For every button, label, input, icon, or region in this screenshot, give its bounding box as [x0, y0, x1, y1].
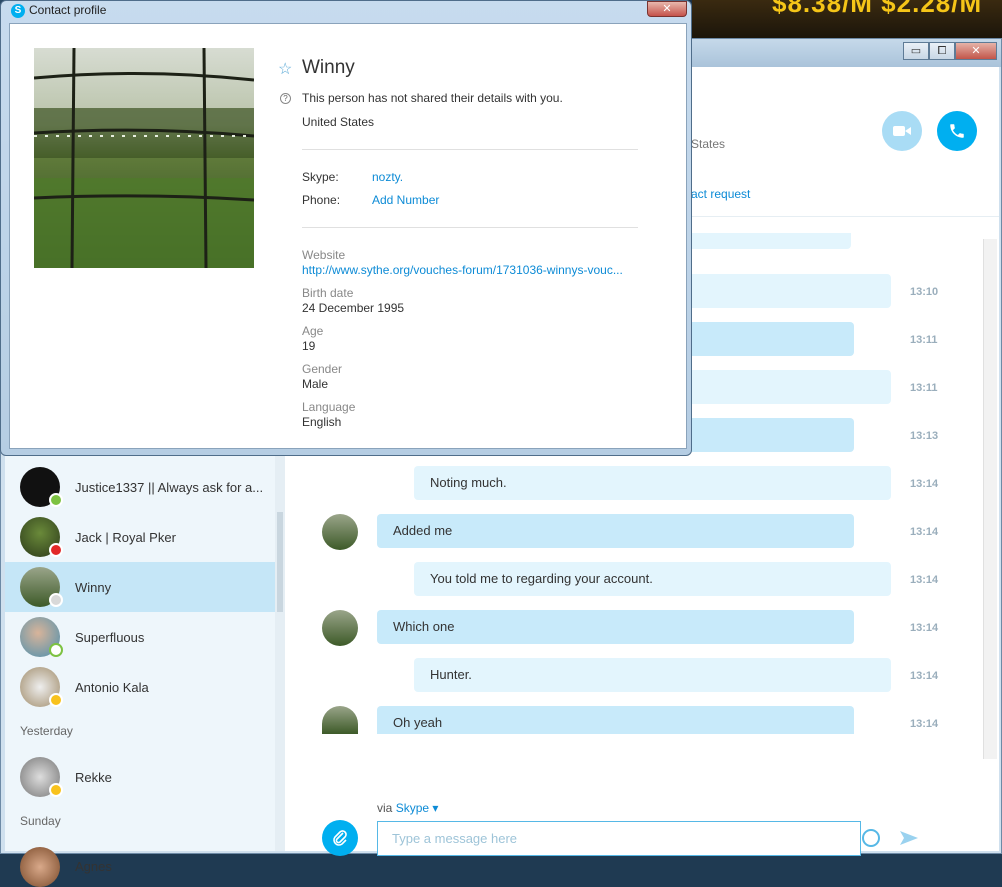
contact-name: Jack | Royal Pker — [75, 529, 176, 545]
message-bubble: Added me — [377, 514, 854, 548]
message-bubble: Which one — [377, 610, 854, 644]
maximize-button[interactable]: ⧠ — [929, 42, 955, 60]
website-label: Website — [302, 248, 346, 262]
phone-icon — [950, 124, 964, 138]
message-bubble: Oh yeah — [377, 706, 854, 734]
contact-row[interactable]: Antonio Kala — [5, 662, 275, 712]
close-button[interactable]: ✕ — [955, 42, 997, 60]
help-icon: ? — [280, 93, 291, 104]
website-link[interactable]: http://www.sythe.org/vouches-forum/17310… — [302, 263, 623, 277]
offline-status-icon — [49, 643, 63, 657]
avatar — [322, 514, 358, 550]
message-input[interactable] — [377, 821, 861, 856]
audio-call-button[interactable] — [937, 111, 977, 151]
emoticon-icon[interactable] — [862, 829, 880, 847]
via-service-dropdown[interactable]: Skype ▾ — [396, 801, 439, 815]
message-time: 13:13 — [910, 430, 939, 442]
contact-row[interactable]: Jack | Royal Pker — [5, 512, 275, 562]
dialog-title: Contact profile — [29, 3, 107, 17]
sidebar-scrollbar-thumb[interactable] — [277, 512, 283, 612]
divider — [302, 149, 638, 150]
message-bubble: You told me to regarding your account. — [414, 562, 891, 596]
language-label: Language — [302, 400, 356, 414]
minimize-button[interactable]: ▭ — [903, 42, 929, 60]
contact-row-active[interactable]: Winny — [5, 562, 275, 612]
message-time: 13:14 — [910, 718, 939, 730]
privacy-notice: This person has not shared their details… — [302, 91, 563, 105]
phone-label: Phone: — [302, 193, 341, 207]
section-label-sunday: Sunday — [20, 814, 61, 828]
messages-scrollbar[interactable] — [983, 239, 997, 759]
profile-name: Winny — [302, 57, 355, 78]
message-time: 13:14 — [910, 622, 939, 634]
age-label: Age — [302, 324, 324, 338]
video-camera-icon — [893, 126, 911, 136]
attach-button[interactable] — [322, 820, 358, 856]
paperclip-icon — [333, 830, 347, 846]
favorite-star-icon[interactable]: ☆ — [278, 59, 292, 79]
ad-banner: $8.38/M $2.28/M — [692, 0, 1002, 40]
dialog-close-button[interactable]: ✕ — [647, 1, 687, 17]
contact-name: Agnes — [75, 859, 112, 874]
skype-logo-icon: S — [11, 4, 25, 18]
birth-date-label: Birth date — [302, 286, 354, 300]
profile-body: ☆ Winny ? This person has not shared the… — [9, 23, 687, 449]
ad-text: $8.38/M $2.28/M — [772, 0, 983, 18]
unknown-status-icon — [49, 593, 63, 607]
skype-id-link[interactable]: nozty. — [372, 170, 403, 184]
contact-name: Antonio Kala — [75, 679, 149, 695]
contact-name: Superfluous — [75, 629, 145, 645]
message-time: 13:10 — [910, 286, 939, 298]
online-status-icon — [49, 493, 63, 507]
avatar — [20, 847, 60, 887]
message-bubble: Hunter. — [414, 658, 891, 692]
away-status-icon — [49, 783, 63, 797]
message-time: 13:14 — [910, 574, 939, 586]
profile-picture — [34, 48, 254, 268]
message-time: 13:14 — [910, 526, 939, 538]
age-value: 19 — [302, 339, 316, 353]
contact-row[interactable]: Rekke — [5, 752, 275, 802]
add-number-link[interactable]: Add Number — [372, 193, 439, 207]
message-time: 13:11 — [910, 382, 938, 394]
message-bubble: Noting much. — [414, 466, 891, 500]
avatar — [322, 610, 358, 646]
contact-row[interactable]: Superfluous — [5, 612, 275, 662]
via-text: via — [377, 801, 393, 815]
busy-status-icon — [49, 543, 63, 557]
contact-name: Justice1337 || Always ask for a... — [75, 479, 264, 495]
contact-name: Winny — [75, 579, 112, 595]
message-time: 13:14 — [910, 478, 939, 490]
away-status-icon — [49, 693, 63, 707]
gender-label: Gender — [302, 362, 343, 376]
profile-photo — [34, 48, 254, 268]
window-controls: ▭ ⧠ ✕ — [903, 42, 997, 60]
gender-value: Male — [302, 377, 329, 391]
language-value: English — [302, 415, 342, 429]
via-label: via Skype ▾ — [377, 801, 438, 815]
avatar — [322, 706, 358, 734]
contact-profile-dialog: S Contact profile ✕ ☆ Winny ? This perso… — [0, 0, 692, 456]
birth-date-value: 24 December 1995 — [302, 301, 405, 315]
contact-name: Rekke — [75, 769, 112, 785]
message-time: 13:14 — [910, 670, 939, 682]
skype-label: Skype: — [302, 170, 339, 184]
profile-country: United States — [302, 115, 375, 129]
contact-row[interactable]: Justice1337 || Always ask for a... — [5, 462, 275, 512]
divider — [302, 227, 638, 228]
video-call-button[interactable] — [882, 111, 922, 151]
send-icon[interactable] — [900, 831, 918, 845]
message-time: 13:11 — [910, 334, 938, 346]
section-label-yesterday: Yesterday — [20, 724, 73, 738]
